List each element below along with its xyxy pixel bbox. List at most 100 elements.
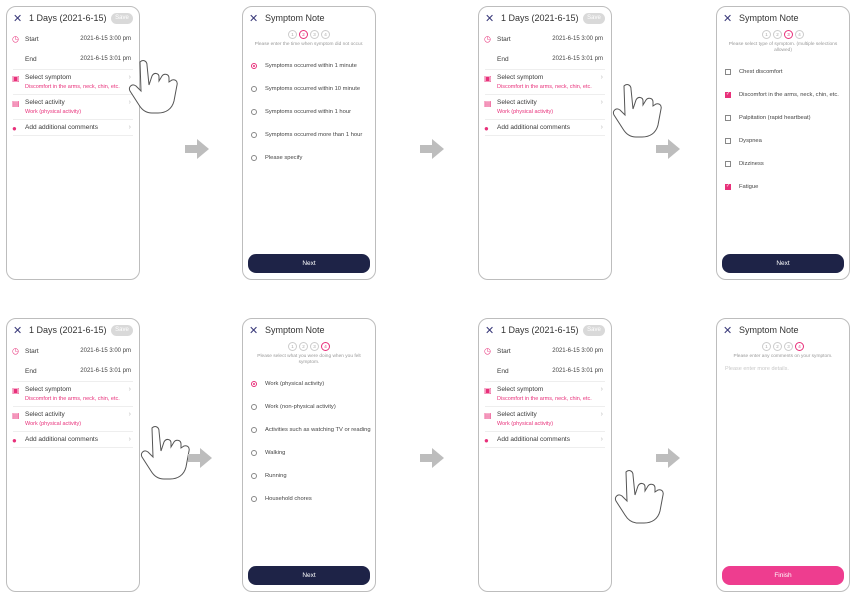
radio-option[interactable]: Symptoms occurred within 1 minute (243, 54, 375, 77)
checkbox[interactable] (725, 68, 731, 75)
step-2: 2 (773, 30, 782, 39)
start-row[interactable]: ◷ Start 2021-6-15 3:00 pm (479, 29, 611, 49)
checkbox-option[interactable]: Dyspnea (717, 129, 849, 152)
activity-row[interactable]: ▤ Select activity › Work (physical activi… (479, 407, 611, 431)
option-label: Fatigue (739, 183, 759, 190)
comments-row[interactable]: ● Add additional comments › (7, 432, 139, 447)
radio-selected[interactable] (251, 380, 257, 387)
radio-option[interactable]: Running (243, 464, 375, 487)
arrow-right-icon (188, 448, 212, 468)
close-icon[interactable]: ✕ (485, 12, 497, 25)
close-icon[interactable]: ✕ (485, 324, 497, 337)
checkbox-checked[interactable] (725, 183, 731, 190)
comments-row[interactable]: ● Add additional comments › (479, 432, 611, 447)
close-icon[interactable]: ✕ (723, 12, 735, 25)
checkbox-option[interactable]: Chest discomfort (717, 60, 849, 83)
close-icon[interactable]: ✕ (249, 324, 261, 337)
radio[interactable] (251, 85, 257, 92)
radio[interactable] (251, 108, 257, 115)
page-title: 1 Days (2021-6-15) (29, 13, 107, 23)
radio-option[interactable]: Symptoms occurred within 10 minute (243, 77, 375, 100)
radio[interactable] (251, 495, 257, 502)
start-row[interactable]: ◷ Start 2021-6-15 3:00 pm (7, 29, 139, 49)
radio-selected[interactable] (251, 62, 257, 69)
briefcase-icon: ▤ (484, 411, 492, 420)
step-2: 2 (299, 342, 308, 351)
checkbox-option[interactable]: Fatigue (717, 175, 849, 198)
step-4: 4 (321, 30, 330, 39)
tap-hand-icon (129, 60, 178, 114)
checkbox[interactable] (725, 160, 731, 167)
close-icon[interactable]: ✕ (249, 12, 261, 25)
save-button[interactable]: Save (583, 12, 605, 24)
finish-button[interactable]: Finish (722, 566, 844, 585)
step-3: 3 (310, 342, 319, 351)
symptom-row[interactable]: ▣ Select symptom › Discomfort in the arms… (479, 382, 611, 406)
symptom-value: Discomfort in the arms, neck, chin, etc. (497, 84, 592, 90)
symptom-row[interactable]: ▣ Select symptom › Discomfort in the arms… (7, 70, 139, 94)
end-value: 2021-6-15 3:01 pm (80, 56, 131, 62)
next-button[interactable]: Next (722, 254, 844, 273)
option-label: Dizziness (739, 160, 764, 167)
radio[interactable] (251, 154, 257, 161)
start-label: Start (25, 347, 39, 355)
end-row[interactable]: End 2021-6-15 3:01 pm (479, 49, 611, 69)
radio-option[interactable]: Please specify (243, 146, 375, 169)
activity-row[interactable]: ▤ Select activity › Work (physical activi… (479, 95, 611, 119)
checkbox-checked[interactable] (725, 91, 731, 98)
radio-option[interactable]: Work (non-physical activity) (243, 395, 375, 418)
close-icon[interactable]: ✕ (723, 324, 735, 337)
radio-option[interactable]: Work (physical activity) (243, 372, 375, 395)
option-label: Running (265, 472, 287, 479)
radio[interactable] (251, 426, 257, 433)
end-row[interactable]: End 2021-6-15 3:01 pm (479, 361, 611, 381)
activity-row[interactable]: ▤ Select activity › Work (physical activi… (7, 407, 139, 431)
checkbox-option[interactable]: Palpitation (rapid heartbeat) (717, 106, 849, 129)
page-title: 1 Days (2021-6-15) (501, 325, 579, 335)
end-row[interactable]: End 2021-6-15 3:01 pm (7, 361, 139, 381)
symptom-row[interactable]: ▣ Select symptom › Discomfort in the arms… (479, 70, 611, 94)
symptom-row[interactable]: ▣ Select symptom › Discomfort in the arms… (7, 382, 139, 406)
instruction-text: Please select what you were doing when y… (257, 354, 361, 365)
radio-option[interactable]: Activities such as watching TV or readin… (243, 418, 375, 441)
comments-row[interactable]: ● Add additional comments › (7, 120, 139, 135)
save-button[interactable]: Save (111, 12, 133, 24)
header: ✕ 1 Days (2021-6-15) Save (479, 319, 611, 341)
start-value: 2021-6-15 3:00 pm (80, 348, 131, 354)
close-icon[interactable]: ✕ (13, 12, 25, 25)
save-button[interactable]: Save (111, 324, 133, 336)
start-row[interactable]: ◷ Start 2021-6-15 3:00 pm (479, 341, 611, 361)
next-button[interactable]: Next (248, 566, 370, 585)
comments-row[interactable]: ● Add additional comments › (479, 120, 611, 135)
radio-option[interactable]: Walking (243, 441, 375, 464)
comments-label: Add additional comments (25, 436, 98, 443)
radio[interactable] (251, 449, 257, 456)
end-row[interactable]: End 2021-6-15 3:01 pm (7, 49, 139, 69)
checkbox-option[interactable]: Dizziness (717, 152, 849, 175)
start-value: 2021-6-15 3:00 pm (552, 36, 603, 42)
page-title: 1 Days (2021-6-15) (29, 325, 107, 335)
option-label: Work (non-physical activity) (265, 403, 336, 410)
divider (13, 135, 133, 136)
checkbox-option[interactable]: Discomfort in the arms, neck, chin, etc. (717, 83, 849, 106)
radio[interactable] (251, 131, 257, 138)
activity-row[interactable]: ▤ Select activity › Work (physical activi… (7, 95, 139, 119)
comment-textarea[interactable]: Please enter more details. (717, 366, 849, 372)
radio-option[interactable]: Symptoms occurred within 1 hour (243, 100, 375, 123)
instruction-text: Please select type of symptom. (multiple… (728, 42, 838, 53)
close-icon[interactable]: ✕ (13, 324, 25, 337)
radio-option[interactable]: Household chores (243, 487, 375, 510)
radio[interactable] (251, 403, 257, 410)
checkbox[interactable] (725, 114, 731, 121)
briefcase-icon: ▤ (484, 99, 492, 108)
next-button[interactable]: Next (248, 254, 370, 273)
checkbox[interactable] (725, 137, 731, 144)
radio-option[interactable]: Symptoms occurred more than 1 hour (243, 123, 375, 146)
step-indicator: 1234 (717, 30, 849, 39)
start-row[interactable]: ◷ Start 2021-6-15 3:00 pm (7, 341, 139, 361)
save-button[interactable]: Save (583, 324, 605, 336)
arrow-right-icon (420, 448, 444, 468)
phone-edit-4: ✕ 1 Days (2021-6-15) Save ◷ Start 2021-6… (478, 318, 612, 592)
calendar-icon: ▣ (484, 386, 492, 395)
radio[interactable] (251, 472, 257, 479)
